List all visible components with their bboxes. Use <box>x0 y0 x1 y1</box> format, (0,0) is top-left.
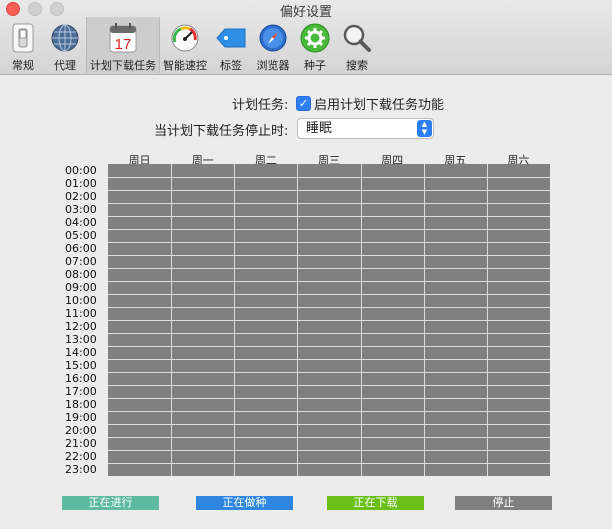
grid-row-divider <box>108 411 550 412</box>
tab-browser[interactable]: 浏览器 <box>252 17 294 73</box>
tab-smart-speed[interactable]: 智能速控 <box>160 17 210 73</box>
tab-scheduled-download[interactable]: 17 计划下载任务 <box>86 17 160 73</box>
grid-row-divider <box>108 216 550 217</box>
globe-icon <box>47 20 83 55</box>
legend-item: 停止 <box>455 496 552 510</box>
hour-label: 21:00 <box>65 437 97 450</box>
hour-label: 20:00 <box>65 424 97 437</box>
grid-row-divider <box>108 203 550 204</box>
hour-label: 05:00 <box>65 229 97 242</box>
grid-row-divider <box>108 242 550 243</box>
hour-label: 22:00 <box>65 450 97 463</box>
magnifier-icon <box>339 20 375 55</box>
hour-label: 06:00 <box>65 242 97 255</box>
tab-general-label: 常规 <box>12 59 34 72</box>
grid-row-divider <box>108 385 550 386</box>
calendar-icon: 17 <box>105 20 141 55</box>
enable-schedule-checkbox[interactable]: ✓ <box>296 96 311 111</box>
on-stop-select[interactable]: 睡眠 ▲ ▼ <box>297 118 434 139</box>
tab-scheduled-download-label: 计划下载任务 <box>90 59 156 72</box>
hour-label: 16:00 <box>65 372 97 385</box>
tab-torrent[interactable]: 种子 <box>294 17 336 73</box>
legend-item: 正在进行 <box>62 496 159 510</box>
speedometer-icon <box>167 20 203 55</box>
hour-label: 18:00 <box>65 398 97 411</box>
hour-label: 14:00 <box>65 346 97 359</box>
grid-row-divider <box>108 437 550 438</box>
preferences-toolbar: 常规 代理 17 计划下载任务 智能速控 标签 浏览器 种子 搜索 <box>2 17 378 73</box>
tab-tags[interactable]: 标签 <box>210 17 252 73</box>
grid-row-divider <box>108 398 550 399</box>
on-stop-label: 当计划下载任务停止时: <box>154 124 289 139</box>
grid-row-divider <box>108 424 550 425</box>
hour-label: 03:00 <box>65 203 97 216</box>
hour-label: 13:00 <box>65 333 97 346</box>
hour-label: 02:00 <box>65 190 97 203</box>
tab-tags-label: 标签 <box>220 59 242 72</box>
hour-label: 19:00 <box>65 411 97 424</box>
chevron-updown-icon: ▲ ▼ <box>417 120 432 137</box>
compass-icon <box>255 20 291 55</box>
hour-label: 17:00 <box>65 385 97 398</box>
grid-row-divider <box>108 190 550 191</box>
tab-browser-label: 浏览器 <box>256 59 290 72</box>
hour-label: 09:00 <box>65 281 97 294</box>
tab-general[interactable]: 常规 <box>2 17 44 73</box>
grid-row-divider <box>108 268 550 269</box>
tab-search[interactable]: 搜索 <box>336 17 378 73</box>
legend-item: 正在下载 <box>327 496 424 510</box>
hour-label: 04:00 <box>65 216 97 229</box>
hour-label: 12:00 <box>65 320 97 333</box>
grid-row-divider <box>108 255 550 256</box>
grid-row-divider <box>108 463 550 464</box>
tab-proxy[interactable]: 代理 <box>44 17 86 73</box>
hour-label: 08:00 <box>65 268 97 281</box>
grid-row-divider <box>108 346 550 347</box>
grid-row-divider <box>108 320 550 321</box>
on-stop-value: 睡眠 <box>306 121 333 136</box>
grid-row-divider <box>108 372 550 373</box>
grid-row-divider <box>108 294 550 295</box>
grid-row-divider <box>108 359 550 360</box>
grid-row-divider <box>108 177 550 178</box>
legend-item: 正在做种 <box>196 496 293 510</box>
grid-row-divider <box>108 229 550 230</box>
switch-icon <box>5 20 41 55</box>
tag-icon <box>213 20 249 55</box>
grid-row-divider <box>108 307 550 308</box>
tab-smart-speed-label: 智能速控 <box>163 59 207 72</box>
tab-proxy-label: 代理 <box>54 59 76 72</box>
grid-row-divider <box>108 281 550 282</box>
grid-row-divider <box>108 450 550 451</box>
hour-label: 01:00 <box>65 177 97 190</box>
schedule-grid[interactable] <box>108 164 550 476</box>
hour-label: 23:00 <box>65 463 97 476</box>
hour-label: 11:00 <box>65 307 97 320</box>
enable-schedule-label[interactable]: 启用计划下载任务功能 <box>314 94 444 113</box>
schedule-label: 计划任务: <box>232 98 289 113</box>
grid-row-divider <box>108 333 550 334</box>
tab-torrent-label: 种子 <box>304 59 326 72</box>
svg-text:17: 17 <box>115 36 132 53</box>
tab-search-label: 搜索 <box>346 59 368 72</box>
window-titlebar: 偏好设置 常规 代理 17 计划下载任务 智能速控 标签 浏览器 种子 搜索 <box>0 0 612 75</box>
hour-label: 15:00 <box>65 359 97 372</box>
hour-label: 00:00 <box>65 164 97 177</box>
gear-icon <box>297 20 333 55</box>
hour-label: 07:00 <box>65 255 97 268</box>
hour-label: 10:00 <box>65 294 97 307</box>
